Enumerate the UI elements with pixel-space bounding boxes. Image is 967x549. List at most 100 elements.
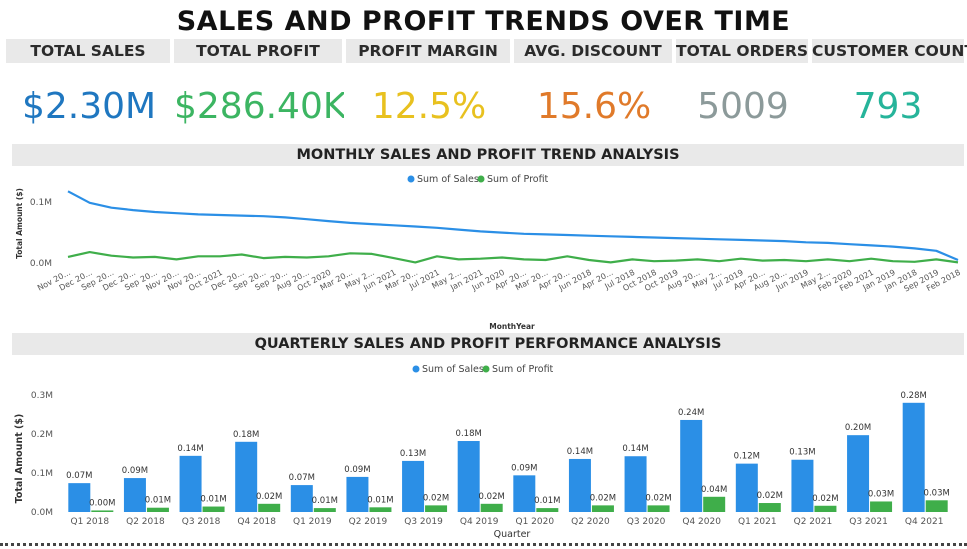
quarterly-sales-bar [346,476,369,512]
quarterly-profit-bar [480,503,503,512]
kpi-value-total-orders: 5009 [697,86,789,127]
quarterly-profit-bar [536,508,559,512]
quarterly-sales-bar [568,458,591,512]
quarterly-legend-marker-0 [412,365,420,373]
kpi-value-avg-discount: 15.6% [536,86,652,127]
quarterly-sales-bar [235,441,258,512]
quarterly-profit-data-label: 0.01M [145,496,171,506]
quarterly-sales-data-label: 0.09M [344,465,370,475]
quarterly-profit-data-label: 0.01M [200,495,226,505]
quarterly-legend-label-1: Sum of Profit [492,364,554,375]
quarterly-sales-data-label: 0.09M [122,466,148,476]
quarterly-sales-bar [457,441,480,512]
quarterly-sales-data-label: 0.20M [845,423,871,433]
quarterly-profit-data-label: 0.04M [701,485,727,495]
quarterly-chart-heading: QUARTERLY SALES AND PROFIT PERFORMANCE A… [12,333,964,355]
quarterly-y-axis-title: Total Amount ($) [14,414,25,504]
monthly-legend-label-0: Sum of Sales [417,174,479,185]
monthly-legend-marker-1 [477,175,485,183]
quarterly-sales-bar [290,485,313,512]
quarterly-y-tick-3: 0.3M [31,391,53,401]
quarterly-profit-data-label: 0.02M [645,493,671,503]
quarterly-sales-bar [179,455,202,512]
quarterly-sales-bar [791,459,814,512]
kpi-label-total-sales: TOTAL SALES [6,39,172,63]
quarterly-sales-bar [402,460,425,512]
quarterly-profit-bar [146,507,169,512]
monthly-legend-label-1: Sum of Profit [487,174,549,185]
kpi-label-profit-margin: PROFIT MARGIN [346,39,512,63]
quarterly-sales-bar [513,475,536,512]
quarterly-profit-data-label: 0.02M [812,494,838,504]
quarterly-profit-bar [369,507,392,512]
quarterly-profit-bar [258,503,281,512]
kpi-label-total-orders: TOTAL ORDERS [676,39,810,63]
quarterly-sales-bar [624,456,647,512]
quarterly-x-tick: Q3 2018 [182,517,221,527]
quarterly-profit-data-label: 0.02M [256,492,282,502]
monthly-chart-heading: MONTHLY SALES AND PROFIT TREND ANALYSIS [12,144,964,166]
quarterly-sales-data-label: 0.14M [177,444,203,454]
quarterly-y-tick-1: 0.1M [31,469,53,479]
quarterly-sales-bar [735,463,758,512]
quarterly-y-tick-2: 0.2M [31,430,53,440]
quarterly-profit-bar [870,501,893,512]
quarterly-x-tick: Q2 2018 [126,517,165,527]
quarterly-profit-bar [91,510,114,512]
quarterly-sales-data-label: 0.24M [678,408,704,418]
quarterly-sales-data-label: 0.14M [567,447,593,457]
quarterly-profit-data-label: 0.01M [534,496,560,506]
quarterly-profit-data-label: 0.00M [89,498,115,508]
monthly-x-axis-title: MonthYear [489,322,535,331]
quarterly-sales-data-label: 0.28M [901,391,927,401]
quarterly-x-tick: Q3 2020 [627,517,666,527]
page-bottom-border [0,543,967,546]
kpi-label-total-profit: TOTAL PROFIT [174,39,344,63]
quarterly-profit-data-label: 0.02M [479,492,505,502]
monthly-y-tick-1: 0.1M [30,198,52,208]
quarterly-profit-data-label: 0.01M [312,496,338,506]
quarterly-x-tick: Q4 2021 [905,517,944,527]
quarterly-sales-data-label: 0.07M [289,473,315,483]
quarterly-sales-data-label: 0.12M [734,452,760,462]
monthly-series-line-profit [67,250,959,264]
quarterly-sales-bar [123,478,146,512]
quarterly-x-axis-title: Quarter [494,529,531,540]
quarterly-profit-bar [425,505,448,512]
quarterly-x-tick: Q1 2021 [738,517,777,527]
quarterly-bar-chart: Sum of Sales Sum of Profit 0.0M 0.1M 0.2M 0.3… [14,364,950,540]
kpi-label-customer-count: CUSTOMER COUNT [812,39,967,63]
quarterly-sales-bar [68,483,91,512]
monthly-line-chart: Sum of Sales Sum of Profit 0.0M 0.1M Total A… [15,174,962,331]
quarterly-x-tick: Q1 2019 [293,517,332,527]
quarterly-x-tick: Q1 2020 [516,517,555,527]
monthly-legend-marker-0 [407,175,415,183]
quarterly-profit-data-label: 0.02M [590,493,616,503]
monthly-y-tick-0: 0.0M [30,259,52,269]
quarterly-legend-label-0: Sum of Sales [422,364,484,375]
quarterly-profit-bar [925,500,948,512]
kpi-label-avg-discount: AVG. DISCOUNT [514,39,674,63]
quarterly-profit-data-label: 0.02M [757,491,783,501]
quarterly-x-tick: Q2 2021 [794,517,833,527]
quarterly-sales-data-label: 0.09M [511,463,537,473]
dashboard-title: SALES AND PROFIT TRENDS OVER TIME [176,6,791,37]
quarterly-profit-data-label: 0.03M [924,488,950,498]
monthly-series-line-sales [67,190,959,262]
quarterly-profit-bar [703,496,726,512]
quarterly-sales-bar [680,419,703,512]
quarterly-sales-data-label: 0.13M [400,449,426,459]
quarterly-sales-data-label: 0.18M [456,429,482,439]
quarterly-x-tick: Q4 2018 [237,517,276,527]
kpi-value-customer-count: 793 [853,86,923,127]
quarterly-profit-data-label: 0.02M [423,493,449,503]
kpi-value-profit-margin: 12.5% [371,86,487,127]
quarterly-profit-data-label: 0.03M [868,489,894,499]
quarterly-legend-marker-1 [482,365,490,373]
quarterly-profit-bar [647,505,670,512]
quarterly-profit-bar [758,503,781,512]
quarterly-sales-data-label: 0.07M [66,471,92,481]
quarterly-y-tick-0: 0.0M [31,508,53,518]
quarterly-x-tick: Q4 2019 [460,517,499,527]
quarterly-x-tick: Q4 2020 [682,517,721,527]
